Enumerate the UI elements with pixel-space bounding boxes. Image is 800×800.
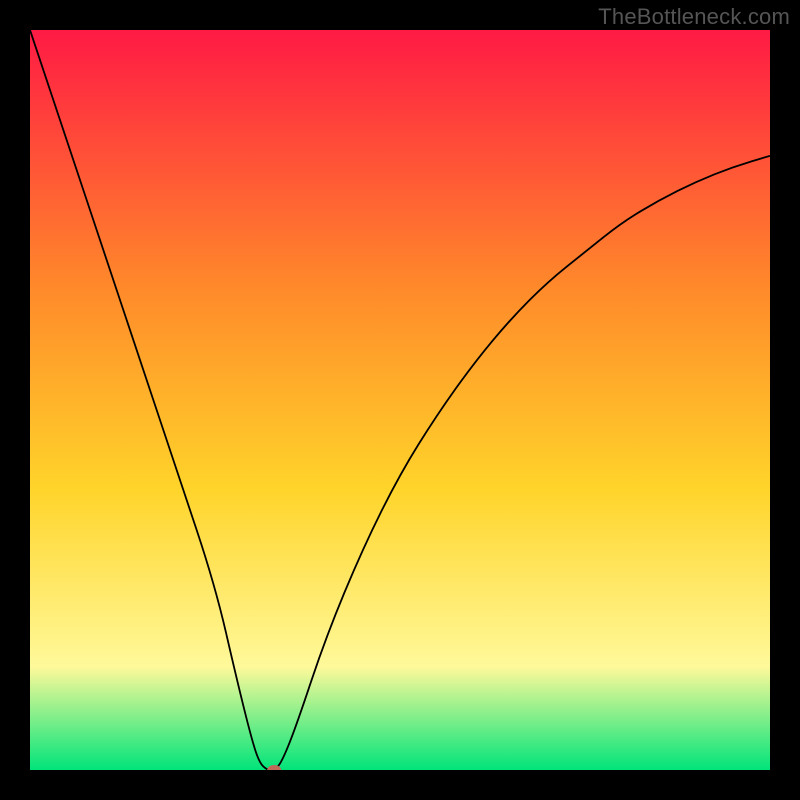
attribution-label: TheBottleneck.com (598, 4, 790, 30)
chart-svg (30, 30, 770, 770)
chart-frame: TheBottleneck.com (0, 0, 800, 800)
plot-area (30, 30, 770, 770)
gradient-background (30, 30, 770, 770)
